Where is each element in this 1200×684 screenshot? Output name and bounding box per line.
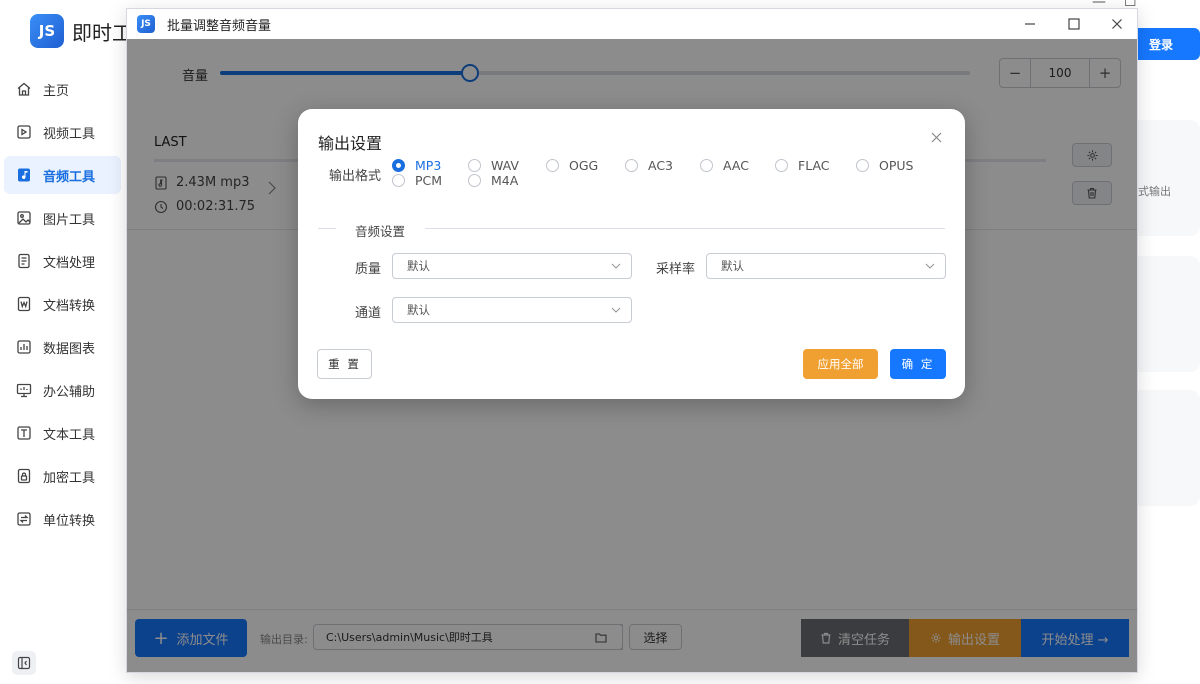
close-icon (931, 132, 941, 142)
app-brand: JS 即时工 (30, 14, 132, 48)
channel-label: 通道 (355, 306, 382, 321)
dialog-title: 批量调整音频音量 (167, 18, 272, 34)
sidebar-item-label: 视频工具 (43, 126, 96, 142)
dialog-minimize-button[interactable] (1020, 14, 1040, 34)
modal-title: 输出设置 (318, 134, 383, 153)
modal-close-button[interactable] (928, 129, 944, 145)
sidebar-item-audio[interactable]: 音频工具 (4, 156, 121, 194)
maximize-icon (1068, 18, 1080, 30)
format-radio-opus[interactable]: OPUS (856, 158, 913, 173)
video-icon (16, 124, 32, 140)
dialog-close-button[interactable] (1107, 14, 1127, 34)
image-icon (16, 210, 32, 226)
monitor-icon (16, 382, 32, 398)
sidebar-item-doc-convert[interactable]: 文档转换 (4, 285, 121, 323)
radio-icon (625, 159, 638, 172)
format-radio-wav[interactable]: WAV (468, 158, 519, 173)
word-icon (16, 296, 32, 312)
sidebar-collapse-button[interactable] (12, 651, 36, 675)
sample-rate-label: 采样率 (656, 262, 696, 277)
sidebar-item-office[interactable]: 办公辅助 (4, 371, 121, 409)
quality-value: 默认 (407, 259, 430, 273)
format-option-label: WAV (491, 158, 519, 173)
sidebar-item-label: 主页 (43, 83, 70, 99)
format-option-label: OGG (569, 158, 599, 173)
sidebar-item-text[interactable]: 文本工具 (4, 414, 121, 452)
sidebar-toggle-icon (17, 656, 31, 670)
format-radio-ogg[interactable]: OGG (546, 158, 598, 173)
radio-icon (468, 159, 481, 172)
channel-value: 默认 (407, 303, 430, 317)
sidebar-item-data-chart[interactable]: 数据图表 (4, 328, 121, 366)
radio-icon (468, 174, 481, 187)
sidebar-item-label: 文档转换 (43, 298, 96, 314)
format-option-label: FLAC (798, 158, 830, 173)
sidebar-item-image[interactable]: 图片工具 (4, 199, 121, 237)
sidebar-item-home[interactable]: 主页 (4, 70, 121, 108)
format-option-label: AAC (723, 158, 749, 173)
section-divider (318, 228, 336, 229)
app-logo: JS (30, 14, 64, 48)
sidebar-item-label: 音频工具 (43, 169, 96, 185)
sidebar-item-label: 办公辅助 (43, 384, 96, 400)
chevron-down-icon (925, 263, 935, 269)
dialog-maximize-button[interactable] (1064, 14, 1084, 34)
quality-label: 质量 (355, 262, 382, 277)
radio-icon (392, 174, 405, 187)
format-radio-pcm[interactable]: PCM (392, 173, 442, 188)
radio-icon (546, 159, 559, 172)
sample-rate-select[interactable]: 默认 (706, 253, 946, 279)
format-label: 输出格式 (329, 169, 382, 184)
apply-all-button[interactable]: 应用全部 (803, 349, 878, 379)
sidebar-item-label: 文档处理 (43, 255, 96, 271)
radio-icon (856, 159, 869, 172)
format-option-label: AC3 (648, 158, 674, 173)
lock-icon (16, 468, 32, 484)
sidebar: 主页 视频工具 音频工具 图片工具 文档处理 文档转换 数据图表 办公辅助 文本… (0, 70, 125, 543)
chevron-down-icon (611, 307, 621, 313)
output-settings-modal: 输出设置 输出格式 MP3 WAV OGG AC3 AAC FLAC OPUS … (298, 109, 965, 399)
dialog-titlebar: JS 批量调整音频音量 (127, 9, 1137, 39)
format-option-label: PCM (415, 173, 443, 188)
sidebar-item-document[interactable]: 文档处理 (4, 242, 121, 280)
sidebar-item-label: 文本工具 (43, 427, 96, 443)
right-card-text: 式输出 (1138, 185, 1171, 198)
document-icon (16, 253, 32, 269)
audio-settings-heading: 音频设置 (355, 224, 406, 239)
app-title: 即时工 (72, 20, 132, 45)
text-icon (16, 425, 32, 441)
channel-select[interactable]: 默认 (392, 297, 632, 323)
sidebar-item-label: 加密工具 (43, 470, 96, 486)
radio-icon (392, 159, 405, 172)
format-radio-ac3[interactable]: AC3 (625, 158, 673, 173)
sidebar-item-encrypt[interactable]: 加密工具 (4, 457, 121, 495)
reset-button[interactable]: 重 置 (317, 349, 372, 379)
sidebar-item-video[interactable]: 视频工具 (4, 113, 121, 151)
radio-icon (775, 159, 788, 172)
sidebar-item-unit-convert[interactable]: 单位转换 (4, 500, 121, 538)
format-option-label: M4A (491, 173, 519, 188)
minimize-icon (1025, 23, 1035, 25)
format-radio-flac[interactable]: FLAC (775, 158, 830, 173)
chevron-down-icon (611, 263, 621, 269)
chart-icon (16, 339, 32, 355)
home-icon (16, 81, 32, 97)
convert-icon (16, 511, 32, 527)
audio-icon (16, 167, 32, 183)
format-radio-mp3[interactable]: MP3 (392, 158, 441, 173)
format-radio-aac[interactable]: AAC (700, 158, 749, 173)
format-option-label: MP3 (415, 158, 442, 173)
sidebar-item-label: 图片工具 (43, 212, 96, 228)
sample-rate-value: 默认 (721, 259, 744, 273)
radio-icon (700, 159, 713, 172)
format-option-label: OPUS (879, 158, 914, 173)
section-divider (425, 228, 945, 229)
dialog-logo: JS (137, 15, 155, 33)
sidebar-item-label: 单位转换 (43, 513, 96, 529)
confirm-button[interactable]: 确 定 (890, 349, 946, 379)
sidebar-item-label: 数据图表 (43, 341, 96, 357)
close-icon (1112, 19, 1122, 29)
format-radio-m4a[interactable]: M4A (468, 173, 518, 188)
quality-select[interactable]: 默认 (392, 253, 632, 279)
